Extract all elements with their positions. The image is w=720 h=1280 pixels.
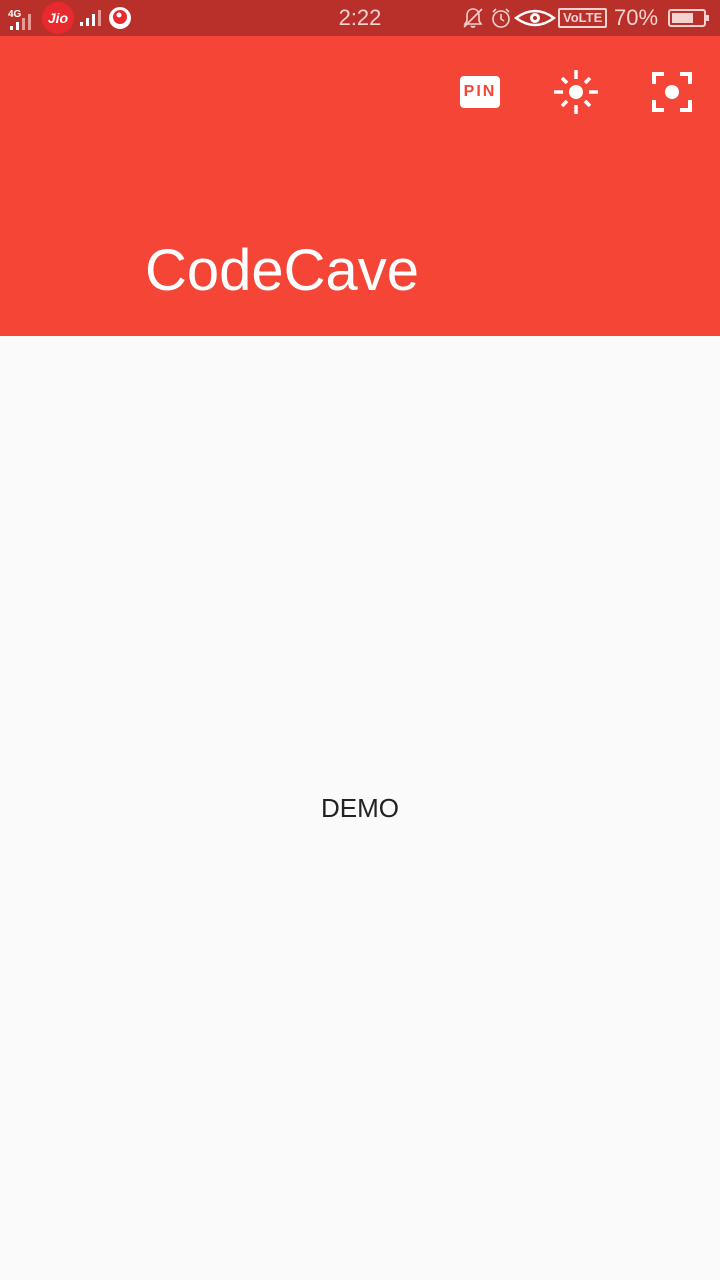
demo-text: DEMO (321, 793, 399, 823)
battery-percent-text: 70% (614, 5, 659, 30)
status-bar: 4G Jio 2:22 VoLTE 70% (0, 0, 720, 36)
app-bar: PIN CodeCave (0, 36, 720, 336)
volte-icon: VoLTE (558, 0, 608, 36)
clock: 2:22 (338, 5, 382, 30)
mute-icon (462, 0, 484, 36)
battery-percent: 70% (614, 0, 658, 36)
eye-icon (514, 0, 556, 36)
brightness-icon (554, 70, 598, 114)
app-title: CodeCave (145, 238, 420, 303)
alarm-icon (490, 0, 512, 36)
pin-icon: PIN (460, 76, 500, 108)
brightness-button[interactable] (548, 64, 604, 120)
volte-label: VoLTE (558, 8, 608, 28)
screenshot-focus-icon (652, 72, 692, 112)
screen: 4G Jio 2:22 VoLTE 70% PIN CodeCave DEMO (0, 0, 720, 1280)
pin-button[interactable]: PIN (452, 64, 508, 120)
screenshot-button[interactable] (644, 64, 700, 120)
battery-icon (668, 0, 710, 36)
